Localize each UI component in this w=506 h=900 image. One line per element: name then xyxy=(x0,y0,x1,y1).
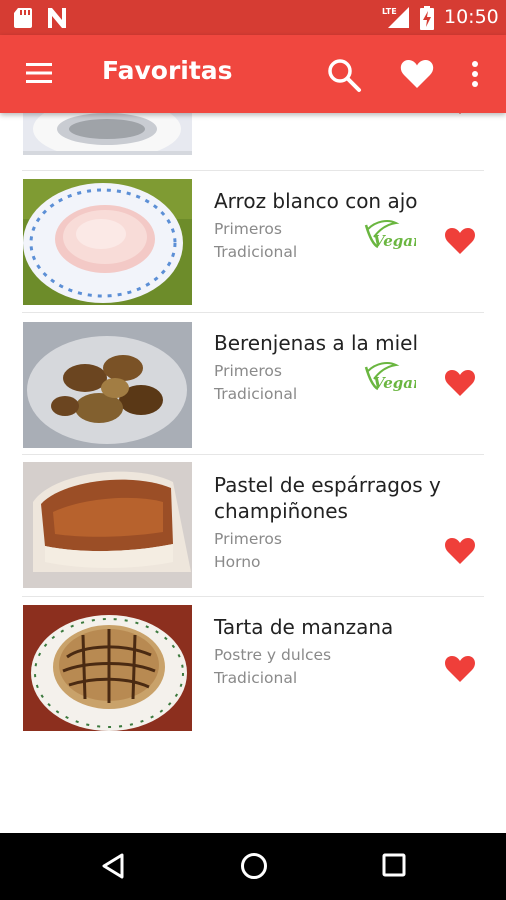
recipe-course: Postre y dulces xyxy=(214,646,332,664)
svg-text:LTE: LTE xyxy=(382,7,397,16)
list-item[interactable]: Berenjenas a la miel Primeros Tradiciona… xyxy=(0,313,506,455)
more-vert-icon[interactable] xyxy=(464,59,486,89)
favorite-heart-icon[interactable] xyxy=(444,655,476,683)
recipe-name: Berenjenas a la miel xyxy=(214,331,419,355)
list-item[interactable]: Tarta de manzana Postre y dulces Tradici… xyxy=(0,597,506,739)
home-icon[interactable] xyxy=(240,852,268,880)
status-clock: 10:50 xyxy=(444,6,499,28)
recipe-name: Pastel de espárragos y champiñones xyxy=(214,473,441,523)
recipe-type: Tradicional xyxy=(214,113,297,115)
sd-card-icon xyxy=(14,8,32,28)
recipe-name: Arroz blanco con ajo xyxy=(214,189,418,213)
status-bar: LTE 10:50 xyxy=(0,0,506,35)
recipe-course: Primeros xyxy=(214,530,282,548)
favorites-list[interactable]: Tradicional Arroz blanco con ajo Primero… xyxy=(0,113,506,833)
recipe-type: Tradicional xyxy=(214,243,298,261)
recipe-type: Tradicional xyxy=(214,385,298,403)
back-icon[interactable] xyxy=(100,852,126,880)
recipe-course: Primeros xyxy=(214,220,282,238)
recipe-type: Horno xyxy=(214,553,261,571)
search-icon[interactable] xyxy=(326,57,362,93)
favorite-heart-icon[interactable] xyxy=(444,369,476,397)
list-item[interactable]: Arroz blanco con ajo Primeros Tradiciona… xyxy=(0,171,506,313)
recipe-thumbnail xyxy=(23,322,192,448)
favorite-heart-icon[interactable] xyxy=(444,113,476,115)
favorites-heart-icon[interactable] xyxy=(400,59,434,89)
favorite-heart-icon[interactable] xyxy=(444,227,476,255)
system-navigation-bar xyxy=(0,833,506,900)
app-bar: Favoritas xyxy=(0,35,506,113)
vegan-badge-icon: Vegan xyxy=(364,220,416,250)
list-item[interactable]: Pastel de espárragos y champiñones Prime… xyxy=(0,455,506,597)
recipe-type: Tradicional xyxy=(214,669,298,687)
notification-n-icon xyxy=(48,8,66,28)
recents-icon[interactable] xyxy=(382,853,406,877)
recipe-course: Primeros xyxy=(214,362,282,380)
page-title: Favoritas xyxy=(102,56,233,85)
hamburger-menu-icon[interactable] xyxy=(24,61,54,85)
svg-text:Vegan: Vegan xyxy=(373,232,416,250)
recipe-thumbnail xyxy=(23,113,192,155)
list-item-partial[interactable]: Tradicional xyxy=(0,113,506,171)
recipe-thumbnail xyxy=(23,179,192,305)
recipe-thumbnail xyxy=(23,605,192,731)
svg-text:Vegan: Vegan xyxy=(373,374,416,392)
favorite-heart-icon[interactable] xyxy=(444,537,476,565)
battery-charging-icon xyxy=(420,6,434,30)
recipe-thumbnail xyxy=(23,462,192,588)
signal-lte-icon: LTE xyxy=(382,7,409,28)
vegan-badge-icon: Vegan xyxy=(364,362,416,392)
recipe-name: Tarta de manzana xyxy=(214,615,394,639)
